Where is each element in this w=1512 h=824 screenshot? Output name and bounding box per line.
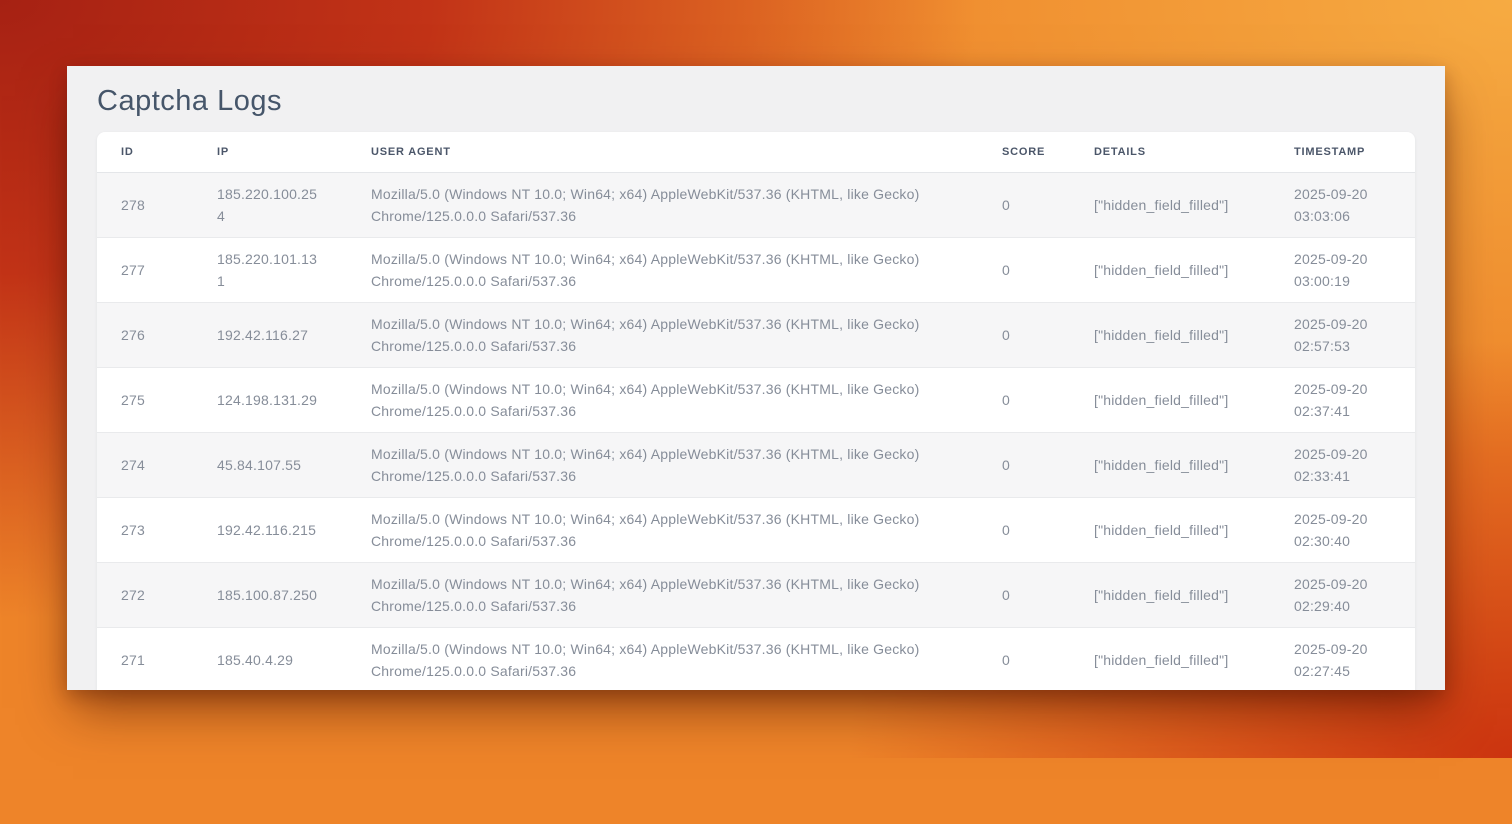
cell-details: ["hidden_field_filled"] (1070, 367, 1270, 432)
cell-timestamp: 2025-09-20 02:29:40 (1270, 562, 1415, 627)
cell-id: 274 (97, 432, 193, 497)
cell-score: 0 (978, 302, 1070, 367)
column-header-score: SCORE (978, 132, 1070, 172)
cell-score: 0 (978, 172, 1070, 237)
cell-id: 272 (97, 562, 193, 627)
column-header-details: DETAILS (1070, 132, 1270, 172)
cell-timestamp: 2025-09-20 02:57:53 (1270, 302, 1415, 367)
cell-score: 0 (978, 432, 1070, 497)
cell-timestamp: 2025-09-20 02:30:40 (1270, 497, 1415, 562)
cell-id: 271 (97, 627, 193, 690)
cell-ip: 185.40.4.29 (193, 627, 347, 690)
table-row: 273 192.42.116.215 Mozilla/5.0 (Windows … (97, 497, 1415, 562)
table-row: 272 185.100.87.250 Mozilla/5.0 (Windows … (97, 562, 1415, 627)
table-row: 276 192.42.116.27 Mozilla/5.0 (Windows N… (97, 302, 1415, 367)
cell-details: ["hidden_field_filled"] (1070, 172, 1270, 237)
cell-id: 277 (97, 237, 193, 302)
column-header-timestamp: TIMESTAMP (1270, 132, 1415, 172)
cell-score: 0 (978, 367, 1070, 432)
cell-user-agent: Mozilla/5.0 (Windows NT 10.0; Win64; x64… (347, 172, 978, 237)
table-header: ID IP USER AGENT SCORE DETAILS TIMESTAMP (97, 132, 1415, 172)
cell-ip: 185.220.101.131 (193, 237, 347, 302)
logs-table: ID IP USER AGENT SCORE DETAILS TIMESTAMP… (97, 132, 1415, 690)
cell-score: 0 (978, 627, 1070, 690)
cell-details: ["hidden_field_filled"] (1070, 237, 1270, 302)
cell-details: ["hidden_field_filled"] (1070, 302, 1270, 367)
cell-timestamp: 2025-09-20 02:27:45 (1270, 627, 1415, 690)
cell-details: ["hidden_field_filled"] (1070, 627, 1270, 690)
cell-user-agent: Mozilla/5.0 (Windows NT 10.0; Win64; x64… (347, 627, 978, 690)
logs-table-grid: ID IP USER AGENT SCORE DETAILS TIMESTAMP… (97, 132, 1415, 690)
table-row: 274 45.84.107.55 Mozilla/5.0 (Windows NT… (97, 432, 1415, 497)
cell-timestamp: 2025-09-20 03:00:19 (1270, 237, 1415, 302)
cell-id: 275 (97, 367, 193, 432)
cell-user-agent: Mozilla/5.0 (Windows NT 10.0; Win64; x64… (347, 302, 978, 367)
cell-score: 0 (978, 562, 1070, 627)
table-row: 275 124.198.131.29 Mozilla/5.0 (Windows … (97, 367, 1415, 432)
cell-score: 0 (978, 497, 1070, 562)
cell-user-agent: Mozilla/5.0 (Windows NT 10.0; Win64; x64… (347, 237, 978, 302)
captcha-logs-card: Captcha Logs ID IP USER AGENT SCORE DETA… (67, 66, 1445, 690)
column-header-user-agent: USER AGENT (347, 132, 978, 172)
cell-user-agent: Mozilla/5.0 (Windows NT 10.0; Win64; x64… (347, 562, 978, 627)
column-header-ip: IP (193, 132, 347, 172)
cell-ip: 124.198.131.29 (193, 367, 347, 432)
cell-user-agent: Mozilla/5.0 (Windows NT 10.0; Win64; x64… (347, 432, 978, 497)
cell-details: ["hidden_field_filled"] (1070, 432, 1270, 497)
cell-id: 276 (97, 302, 193, 367)
cell-ip: 45.84.107.55 (193, 432, 347, 497)
table-row: 278 185.220.100.254 Mozilla/5.0 (Windows… (97, 172, 1415, 237)
cell-timestamp: 2025-09-20 03:03:06 (1270, 172, 1415, 237)
cell-ip: 192.42.116.27 (193, 302, 347, 367)
cell-id: 273 (97, 497, 193, 562)
cell-id: 278 (97, 172, 193, 237)
table-row: 277 185.220.101.131 Mozilla/5.0 (Windows… (97, 237, 1415, 302)
cell-details: ["hidden_field_filled"] (1070, 562, 1270, 627)
cell-timestamp: 2025-09-20 02:33:41 (1270, 432, 1415, 497)
page-title: Captcha Logs (97, 84, 1415, 118)
cell-user-agent: Mozilla/5.0 (Windows NT 10.0; Win64; x64… (347, 367, 978, 432)
table-header-row: ID IP USER AGENT SCORE DETAILS TIMESTAMP (97, 132, 1415, 172)
cell-ip: 185.220.100.254 (193, 172, 347, 237)
table-body: 278 185.220.100.254 Mozilla/5.0 (Windows… (97, 172, 1415, 690)
cell-details: ["hidden_field_filled"] (1070, 497, 1270, 562)
cell-ip: 185.100.87.250 (193, 562, 347, 627)
cell-user-agent: Mozilla/5.0 (Windows NT 10.0; Win64; x64… (347, 497, 978, 562)
table-row: 271 185.40.4.29 Mozilla/5.0 (Windows NT … (97, 627, 1415, 690)
cell-ip: 192.42.116.215 (193, 497, 347, 562)
page-background: Captcha Logs ID IP USER AGENT SCORE DETA… (0, 66, 1512, 690)
column-header-id: ID (97, 132, 193, 172)
cell-score: 0 (978, 237, 1070, 302)
cell-timestamp: 2025-09-20 02:37:41 (1270, 367, 1415, 432)
